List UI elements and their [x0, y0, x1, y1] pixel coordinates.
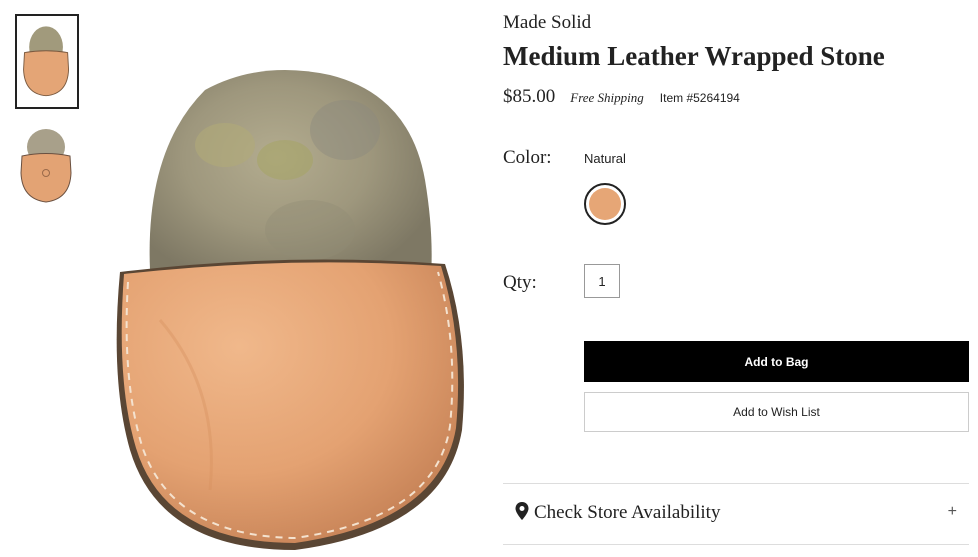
price-row: $85.00 Free Shipping Item #5264194: [503, 86, 740, 108]
thumbnail-front[interactable]: [15, 14, 79, 109]
divider-bottom: [503, 544, 969, 545]
product-details: Made Solid Medium Leather Wrapped Stone …: [503, 0, 969, 557]
color-selected-value: Natural: [584, 151, 626, 166]
shipping-note: Free Shipping: [570, 90, 644, 105]
product-thumbnail-image: [15, 121, 79, 216]
leather-wrapped-stone-image: [100, 60, 480, 557]
swatch-fill: [589, 188, 621, 220]
color-swatch-natural[interactable]: [584, 183, 626, 225]
product-price: $85.00: [503, 86, 556, 107]
color-label: Color:: [503, 147, 552, 168]
quantity-label: Qty:: [503, 272, 537, 293]
thumbnail-list: [15, 14, 79, 228]
product-title: Medium Leather Wrapped Stone: [503, 41, 885, 71]
thumbnail-back[interactable]: [15, 121, 79, 216]
brand-name[interactable]: Made Solid: [503, 12, 591, 34]
add-to-wish-list-button[interactable]: Add to Wish List: [584, 392, 969, 432]
main-product-image: [100, 60, 480, 557]
quantity-input[interactable]: [584, 264, 620, 298]
item-number: Item #5264194: [659, 91, 740, 105]
check-store-availability[interactable]: Check Store Availability +: [503, 484, 969, 544]
add-to-bag-button[interactable]: Add to Bag: [584, 341, 969, 382]
plus-icon[interactable]: +: [948, 503, 957, 521]
map-pin-icon: [515, 502, 529, 520]
product-thumbnail-image: [17, 16, 77, 107]
store-availability-label: Check Store Availability: [534, 502, 721, 523]
